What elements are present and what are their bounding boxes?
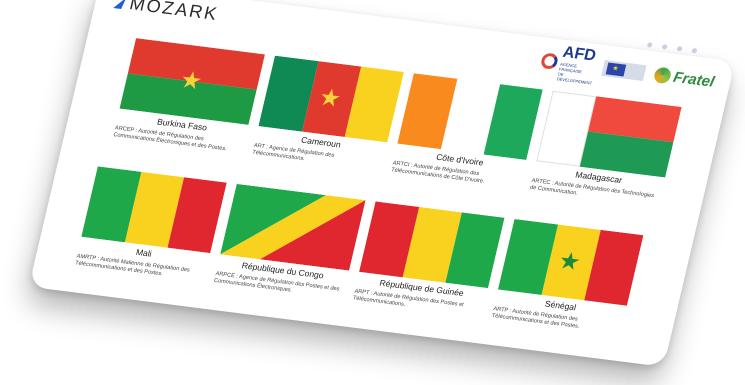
country-card-cameroun[interactable]: ★ Cameroun ART : Agence de Régulation de… [251,55,404,173]
country-card-cote-divoire[interactable]: Côte d'Ivoire ARTCI : Autorité de Régula… [390,73,543,190]
country-card-republique-du-congo[interactable]: République du Congo ARPCE : Agence de Ré… [213,183,366,301]
senegal-flag-icon: ★ [497,218,644,306]
afd-sublabel: AGENCE FRANÇAISE DE DÉVELOPPEMENT [556,61,593,86]
eu-flag-icon [605,62,627,77]
country-card-senegal[interactable]: ★ Sénégal ARTP : Autorité de Régulation … [491,218,644,336]
toolbar-icon[interactable] [676,46,683,52]
browser-toolbar-icons [646,42,698,54]
afd-ring-icon [539,52,560,70]
country-card-madagascar[interactable]: Madagascar ARTEC : Autorité de Régulatio… [529,90,682,208]
fratel-logo: Fratel [652,66,717,91]
fratel-ring-icon [652,66,673,85]
eu-logo [601,60,647,81]
cameroun-flag-icon: ★ [258,55,404,143]
congo-flag-icon [220,183,366,271]
mali-flag-icon [81,166,227,254]
mozark-logo-icon [113,0,127,9]
country-card-republique-de-guinee[interactable]: République de Guinée ARPT : Autorité de … [352,201,505,318]
afd-logo: AFD AGENCE FRANÇAISE DE DÉVELOPPEMENT [537,42,598,86]
cote-divoire-flag-icon [397,73,543,160]
toolbar-icon[interactable] [661,44,668,50]
burkina-faso-flag-icon: ★ [119,38,265,125]
fratel-label: Fratel [671,68,717,91]
guinee-flag-icon [359,201,505,289]
madagascar-flag-icon [536,90,682,178]
country-card-burkina-faso[interactable]: ★ Burkina Faso ARCEP : Autorité de Régul… [112,38,265,155]
website-screenshot-card: MOZARK AFD AGENCE FRANÇAISE DE DÉVELOPPE… [28,0,736,367]
brand-name: MOZARK [127,0,221,25]
mozark-logo[interactable]: MOZARK [113,0,221,25]
toolbar-icon[interactable] [691,47,698,54]
toolbar-icon[interactable] [646,42,653,48]
country-card-mali[interactable]: Mali AMRTP : Autorité Malienne de Régula… [74,166,227,283]
congo-flag-drawing [220,183,366,271]
